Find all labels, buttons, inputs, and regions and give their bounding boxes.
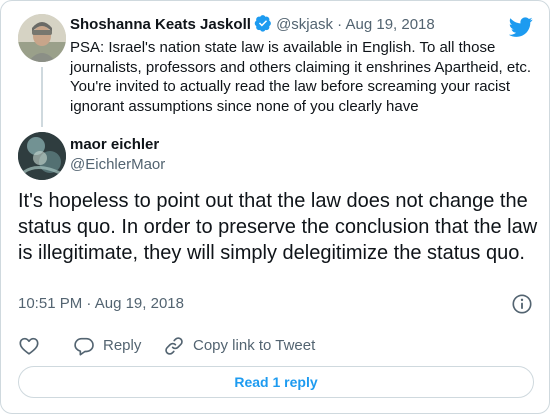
heart-icon xyxy=(19,337,39,355)
read-replies-button[interactable]: Read 1 reply xyxy=(18,366,534,398)
thread-connector-line xyxy=(41,67,43,127)
author-handle[interactable]: @skjask xyxy=(276,16,333,33)
reply-button[interactable]: Reply xyxy=(73,335,141,357)
reply-author-handle[interactable]: @EichlerMaor xyxy=(70,155,165,175)
tweet-date[interactable]: Aug 19, 2018 xyxy=(346,16,435,33)
copy-link-button[interactable]: Copy link to Tweet xyxy=(163,335,315,357)
verified-badge-icon xyxy=(254,15,271,32)
reply-avatar-image xyxy=(18,132,66,180)
embedded-tweet-card: Shoshanna Keats Jaskoll @skjask · Aug 19… xyxy=(0,0,550,414)
tweet-date[interactable]: Aug 19, 2018 xyxy=(95,295,184,312)
like-button[interactable] xyxy=(18,335,40,357)
read-replies-label: Read 1 reply xyxy=(234,374,318,390)
copy-link-label: Copy link to Tweet xyxy=(193,337,316,354)
info-icon[interactable] xyxy=(511,293,533,315)
reply-label: Reply xyxy=(103,337,142,354)
reply-tweet-text: It's hopeless to point out that the law … xyxy=(18,190,538,264)
twitter-bird-icon[interactable] xyxy=(509,15,533,39)
link-icon xyxy=(165,337,183,355)
avatar[interactable] xyxy=(18,14,66,62)
reply-author-name[interactable]: maor eichler xyxy=(70,135,159,155)
parent-avatar-image xyxy=(18,14,66,62)
avatar[interactable] xyxy=(18,132,66,180)
separator-dot: · xyxy=(86,295,92,312)
author-name[interactable]: Shoshanna Keats Jaskoll xyxy=(70,16,251,33)
parent-tweet-text: PSA: Israel's nation state law is availa… xyxy=(70,39,532,115)
tweet-timestamp[interactable]: 10:51 PM · Aug 19, 2018 xyxy=(18,294,184,314)
comment-bubble-icon xyxy=(74,337,94,356)
parent-tweet-header: Shoshanna Keats Jaskoll @skjask · Aug 19… xyxy=(70,14,435,35)
tweet-time[interactable]: 10:51 PM xyxy=(18,295,82,312)
separator-dot: · xyxy=(337,16,343,33)
tweet-actions: Reply Copy link to Tweet xyxy=(18,335,538,357)
